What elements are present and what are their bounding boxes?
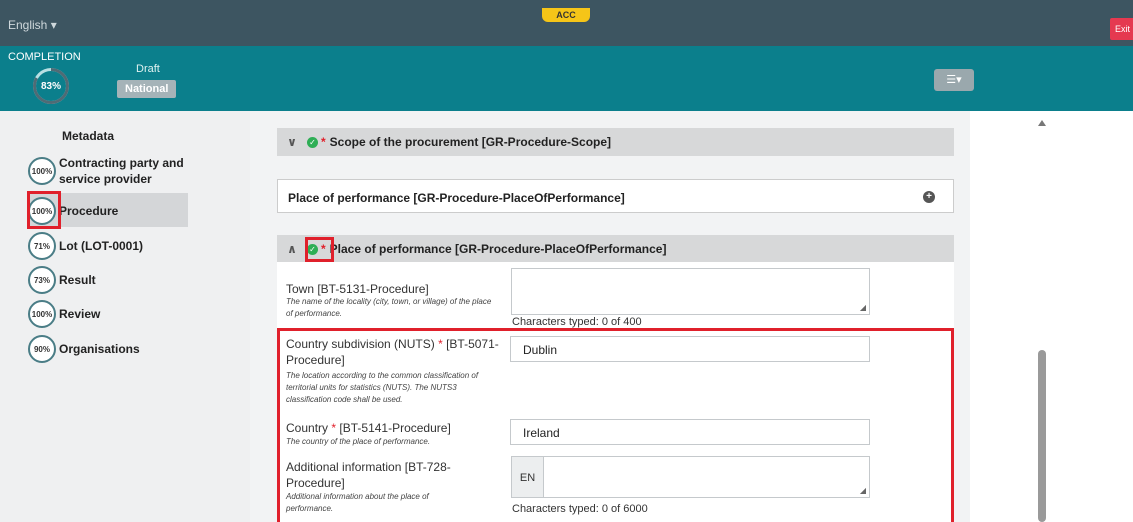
- section-title: Scope of the procurement [GR-Procedure-S…: [329, 135, 612, 149]
- nuts-input[interactable]: Dublin: [510, 336, 870, 362]
- sidebar-item-label: Lot (LOT-0001): [59, 239, 144, 253]
- scope-badge: National: [117, 80, 177, 98]
- language-selector[interactable]: English ▾: [8, 18, 57, 32]
- sidebar-item-result[interactable]: 73% Result: [28, 266, 96, 294]
- country-label: Country * [BT-5141-Procedure]: [286, 420, 451, 436]
- add-circle-icon[interactable]: +: [923, 191, 935, 203]
- sidebar-item-lot[interactable]: 71% Lot (LOT-0001): [28, 232, 143, 260]
- sidebar-item-label: Contracting party and: [59, 156, 184, 170]
- town-char-count: Characters typed: 0 of 400: [512, 316, 642, 328]
- right-pane: [970, 111, 1133, 522]
- country-description: The country of the place of performance.: [286, 437, 431, 446]
- chevron-down-icon: ∨: [287, 135, 297, 149]
- progress-badge: 100%: [28, 157, 56, 185]
- progress-badge: 100%: [28, 300, 56, 328]
- town-textarea[interactable]: ◢: [511, 268, 870, 315]
- sidebar-item-organisations[interactable]: 90% Organisations: [28, 335, 140, 363]
- environment-badge: ACC: [542, 8, 590, 22]
- sidebar-item-label: Procedure: [59, 204, 119, 218]
- completion-percent: 83%: [40, 80, 61, 92]
- required-marker: *: [321, 135, 326, 149]
- filter-settings-button[interactable]: ☰▾: [934, 69, 974, 91]
- chevron-up-icon: ∧: [287, 242, 297, 256]
- additional-label-line2: Procedure]: [286, 476, 345, 490]
- country-label-text: Country: [286, 421, 329, 435]
- scope-section-header[interactable]: ∨ ✓ * Scope of the procurement [GR-Proce…: [277, 128, 954, 156]
- sidebar-item-contracting-party[interactable]: 100% Contracting party and service provid…: [28, 155, 184, 187]
- progress-badge: 71%: [28, 232, 56, 260]
- place-of-performance-add-row[interactable]: Place of performance [GR-Procedure-Place…: [277, 179, 954, 213]
- scroll-up-arrow-icon[interactable]: [1038, 120, 1046, 126]
- nuts-label-line2: Procedure]: [286, 353, 345, 367]
- sidebar-item-label: Organisations: [59, 342, 140, 356]
- exit-button[interactable]: Exit: [1110, 18, 1133, 40]
- progress-badge: 90%: [28, 335, 56, 363]
- sidebar-item-label-line2: service provider: [59, 172, 152, 186]
- sidebar-item-metadata[interactable]: Metadata: [62, 129, 114, 143]
- completion-label: COMPLETION: [8, 51, 81, 63]
- additional-info-label: Additional information [BT-728- Procedur…: [286, 459, 501, 491]
- required-marker: *: [331, 421, 337, 435]
- country-label-code: [BT-5141-Procedure]: [339, 421, 451, 435]
- completion-ring: 83%: [33, 68, 69, 104]
- check-circle-icon: ✓: [307, 136, 318, 148]
- completion-header: COMPLETION 83% Draft National ☰▾: [0, 46, 1133, 111]
- caret-down-icon: ▾: [50, 18, 57, 32]
- resize-handle-icon[interactable]: ◢: [860, 486, 866, 495]
- resize-handle-icon[interactable]: ◢: [860, 303, 866, 312]
- additional-label-line1: Additional information [BT-728-: [286, 460, 451, 474]
- place-section-header[interactable]: ∧ ✓ * Place of performance [GR-Procedure…: [277, 235, 954, 263]
- sidebar-item-label: Review: [59, 307, 101, 321]
- town-label: Town [BT-5131-Procedure]: [286, 282, 429, 296]
- additional-info-description: Additional information about the place o…: [286, 492, 429, 513]
- sidebar-item-label: Result: [59, 273, 96, 287]
- required-marker: *: [438, 337, 443, 351]
- nuts-label-code: [BT-5071-: [446, 337, 499, 351]
- nuts-description: The location according to the common cla…: [286, 371, 479, 404]
- highlight-box-check: [305, 237, 334, 262]
- scrollbar-thumb[interactable]: [1038, 350, 1046, 522]
- additional-char-count: Characters typed: 0 of 6000: [512, 503, 648, 515]
- language-label: English: [8, 18, 48, 32]
- sidebar-item-review[interactable]: 100% Review: [28, 300, 100, 328]
- section-title: Place of performance [GR-Procedure-Place…: [288, 191, 625, 205]
- town-description: The name of the locality (city, town, or…: [286, 297, 492, 318]
- nuts-label-text: Country subdivision (NUTS): [286, 337, 435, 351]
- additional-info-textarea[interactable]: ◢: [543, 456, 870, 498]
- progress-badge: 73%: [28, 266, 56, 294]
- language-code-addon: EN: [511, 456, 544, 498]
- country-input[interactable]: Ireland: [510, 419, 870, 445]
- highlight-box-procedure-badge: [27, 191, 61, 229]
- top-bar: English ▾ ACC Exit: [0, 0, 1133, 46]
- status-text: Draft: [136, 63, 160, 75]
- nuts-label: Country subdivision (NUTS) * [BT-5071- P…: [286, 336, 501, 368]
- section-title: Place of performance [GR-Procedure-Place…: [329, 242, 667, 256]
- sliders-icon: ☰▾: [946, 74, 962, 86]
